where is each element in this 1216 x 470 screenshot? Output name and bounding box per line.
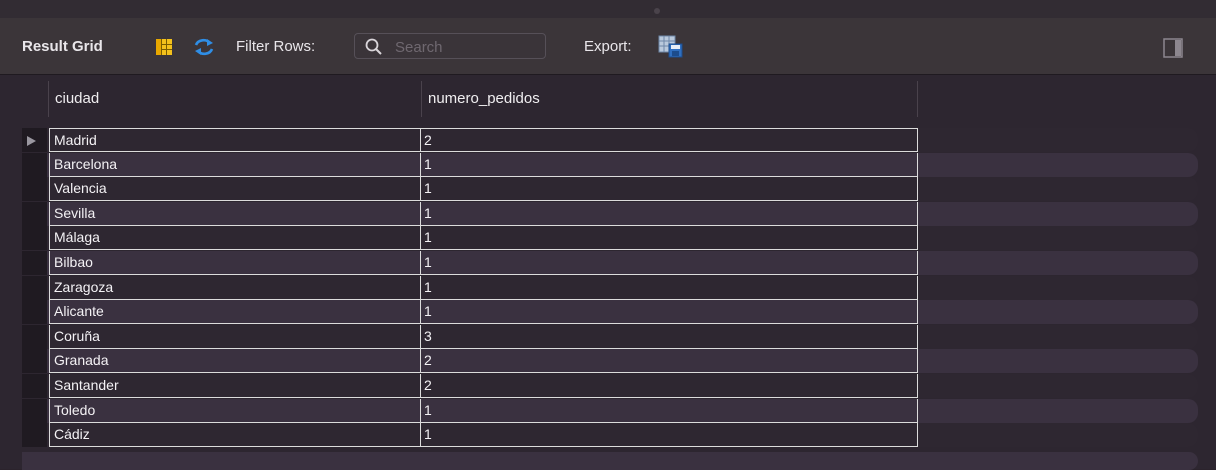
column-header-numero-pedidos[interactable]: numero_pedidos — [421, 81, 917, 117]
header-row: ciudad numero_pedidos — [0, 81, 1216, 117]
row-gutter[interactable] — [22, 251, 47, 275]
cell-empty — [917, 177, 1198, 202]
row-gutter[interactable] — [22, 300, 47, 325]
cell-ciudad[interactable]: Sevilla — [49, 201, 420, 226]
top-resize-strip[interactable] — [0, 0, 1216, 18]
cell-empty — [917, 226, 1198, 251]
empty-row-filler — [22, 451, 1198, 470]
cell-numero-pedidos[interactable]: 2 — [420, 374, 917, 398]
row-gutter[interactable] — [22, 398, 47, 423]
row-gutter[interactable] — [22, 226, 47, 251]
table-row[interactable]: Valencia 1 — [22, 177, 1198, 202]
cell-empty — [917, 201, 1198, 226]
grid-view-icon[interactable] — [156, 39, 172, 55]
result-grid-label: Result Grid — [22, 38, 103, 55]
cell-empty — [917, 349, 1198, 374]
cell-ciudad[interactable]: Granada — [49, 349, 420, 374]
search-box[interactable] — [354, 33, 546, 59]
filter-rows-label: Filter Rows: — [236, 38, 316, 55]
cell-ciudad[interactable]: Madrid — [49, 128, 420, 152]
table-row[interactable]: Sevilla 1 — [22, 201, 1198, 226]
cell-ciudad[interactable]: Coruña — [49, 324, 420, 349]
search-icon — [365, 38, 382, 55]
table-row[interactable]: Cádiz 1 — [22, 423, 1198, 448]
cell-ciudad[interactable]: Alicante — [49, 300, 420, 325]
column-header-ciudad[interactable]: ciudad — [48, 81, 420, 117]
cell-ciudad[interactable]: Zaragoza — [49, 275, 420, 300]
cell-numero-pedidos[interactable]: 1 — [420, 226, 917, 251]
cell-ciudad[interactable]: Barcelona — [49, 152, 420, 177]
cell-empty — [917, 374, 1198, 398]
cell-empty — [917, 324, 1198, 349]
cell-empty — [917, 152, 1198, 177]
cell-ciudad[interactable]: Santander — [49, 374, 420, 398]
result-toolbar: Result Grid Filter Rows: Export: — [0, 18, 1216, 75]
row-gutter[interactable] — [22, 152, 47, 177]
refresh-icon[interactable] — [193, 37, 215, 57]
result-grid: ciudad numero_pedidos Madrid 2 Barcelona 1 V… — [0, 75, 1216, 470]
table-row[interactable]: Bilbao 1 — [22, 251, 1198, 275]
cell-numero-pedidos[interactable]: 1 — [420, 300, 917, 325]
cell-numero-pedidos[interactable]: 1 — [420, 423, 917, 448]
cell-empty — [917, 251, 1198, 275]
cell-ciudad[interactable]: Toledo — [49, 398, 420, 423]
table-row[interactable]: Santander 2 — [22, 374, 1198, 398]
search-input[interactable] — [393, 37, 545, 57]
cell-empty — [917, 128, 1198, 152]
cell-ciudad[interactable]: Valencia — [49, 177, 420, 202]
resize-grip[interactable] — [654, 8, 660, 14]
cell-numero-pedidos[interactable]: 1 — [420, 275, 917, 300]
row-gutter[interactable] — [22, 201, 47, 226]
cell-numero-pedidos[interactable]: 2 — [420, 128, 917, 152]
cell-numero-pedidos[interactable]: 1 — [420, 251, 917, 275]
column-header-empty — [917, 81, 1197, 117]
cell-numero-pedidos[interactable]: 1 — [420, 201, 917, 226]
panel-toggle-icon[interactable] — [1163, 38, 1183, 58]
row-gutter[interactable] — [22, 177, 47, 202]
cell-ciudad[interactable]: Málaga — [49, 226, 420, 251]
cell-empty — [917, 398, 1198, 423]
table-row[interactable]: Alicante 1 — [22, 300, 1198, 325]
cell-numero-pedidos[interactable]: 1 — [420, 398, 917, 423]
table-row[interactable]: Barcelona 1 — [22, 152, 1198, 177]
table-row[interactable]: Málaga 1 — [22, 226, 1198, 251]
cell-ciudad[interactable]: Cádiz — [49, 423, 420, 448]
table-row[interactable]: Zaragoza 1 — [22, 275, 1198, 300]
row-gutter[interactable] — [22, 374, 47, 398]
row-gutter[interactable] — [22, 349, 47, 374]
export-icon[interactable] — [658, 35, 684, 59]
table-row[interactable]: Coruña 3 — [22, 324, 1198, 349]
table-row[interactable]: Granada 2 — [22, 349, 1198, 374]
cell-empty — [917, 423, 1198, 448]
cell-numero-pedidos[interactable]: 3 — [420, 324, 917, 349]
cell-numero-pedidos[interactable]: 1 — [420, 152, 917, 177]
current-row-arrow-icon — [27, 136, 36, 146]
table-row[interactable]: Madrid 2 — [22, 128, 1198, 152]
cell-numero-pedidos[interactable]: 1 — [420, 177, 917, 202]
row-gutter[interactable] — [22, 275, 47, 300]
cell-numero-pedidos[interactable]: 2 — [420, 349, 917, 374]
row-gutter[interactable] — [22, 423, 47, 448]
cell-empty — [917, 300, 1198, 325]
row-gutter[interactable] — [22, 128, 47, 152]
row-gutter[interactable] — [22, 324, 47, 349]
cell-empty — [917, 275, 1198, 300]
cell-ciudad[interactable]: Bilbao — [49, 251, 420, 275]
table-row[interactable]: Toledo 1 — [22, 398, 1198, 423]
export-label: Export: — [584, 38, 632, 55]
